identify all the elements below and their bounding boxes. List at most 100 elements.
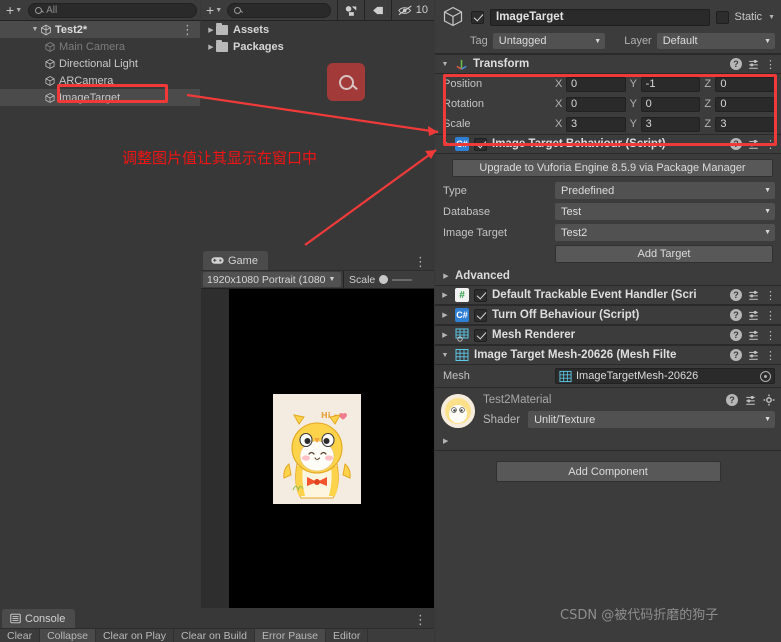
disclosure-triangle-icon[interactable]: ▶: [206, 43, 216, 51]
type-dropdown[interactable]: Predefined ▼: [555, 182, 775, 199]
rotation-x-input[interactable]: 0: [566, 96, 626, 112]
project-add-button[interactable]: + ▼: [201, 2, 227, 18]
component-kebab-menu[interactable]: ⋮: [765, 329, 776, 342]
shapes-icon: [345, 5, 357, 16]
game-scale-slider[interactable]: Scale: [344, 274, 413, 286]
hidden-objects-button[interactable]: 10: [392, 0, 434, 21]
hierarchy-item-arcamera[interactable]: ARCamera: [0, 72, 200, 89]
console-kebab-menu[interactable]: ⋮: [414, 613, 427, 626]
game-view-kebab-menu[interactable]: ⋮: [414, 255, 427, 268]
material-foldout[interactable]: ▶: [435, 434, 781, 446]
help-icon[interactable]: ?: [730, 289, 742, 301]
layer-dropdown[interactable]: Default ▼: [656, 33, 775, 49]
rotation-z-input[interactable]: 0: [715, 96, 776, 112]
gamepad-icon: [211, 257, 224, 264]
hierarchy-add-button[interactable]: + ▼: [3, 2, 25, 18]
help-icon[interactable]: ?: [730, 138, 742, 150]
turn-off-behaviour-enabled-checkbox[interactable]: [474, 308, 487, 322]
slider-handle-icon[interactable]: [379, 275, 389, 284]
scale-x-input[interactable]: 3: [566, 116, 626, 132]
add-target-button[interactable]: Add Target: [555, 245, 773, 263]
console-editor-dropdown[interactable]: Editor: [325, 629, 369, 642]
console-clear-on-play-button[interactable]: Clear on Play: [95, 629, 174, 642]
gear-icon[interactable]: [763, 394, 775, 406]
disclosure-triangle-icon[interactable]: ▶: [206, 26, 216, 34]
disclosure-triangle-icon[interactable]: ▶: [440, 291, 450, 299]
chevron-down-icon[interactable]: ▼: [768, 14, 775, 21]
hierarchy-item-scene[interactable]: ▼ Test2* ⋮: [0, 21, 200, 38]
turn-off-behaviour-header[interactable]: ▶ C# Turn Off Behaviour (Script) ? ⋮: [435, 305, 781, 325]
preset-icon[interactable]: [747, 289, 760, 301]
disclosure-triangle-icon[interactable]: ▶: [440, 331, 450, 339]
game-resolution-dropdown[interactable]: 1920x1080 Portrait (1080 ▼: [203, 272, 341, 287]
disclosure-triangle-icon[interactable]: ▼: [30, 26, 40, 33]
console-collapse-button[interactable]: Collapse: [40, 629, 96, 642]
component-kebab-menu[interactable]: ⋮: [765, 289, 776, 302]
mesh-renderer-header[interactable]: ▶ Mesh Renderer ? ⋮: [435, 325, 781, 345]
chevron-down-icon: ▼: [764, 229, 771, 236]
console-clear-button[interactable]: Clear: [0, 629, 41, 642]
disclosure-triangle-icon[interactable]: ▼: [440, 352, 450, 359]
console-error-pause-button[interactable]: Error Pause: [254, 629, 326, 642]
hierarchy-item-main-camera[interactable]: Main Camera: [0, 38, 200, 55]
project-search-input[interactable]: [227, 2, 331, 18]
rotation-y-input[interactable]: 0: [640, 96, 701, 112]
preset-icon[interactable]: [747, 138, 760, 150]
mesh-asset-icon: [559, 370, 572, 382]
hierarchy-item-imagetarget[interactable]: ImageTarget: [0, 89, 200, 106]
disclosure-triangle-icon[interactable]: ▶: [441, 272, 451, 280]
help-icon[interactable]: ?: [730, 309, 742, 321]
object-picker-icon[interactable]: [760, 370, 771, 382]
mesh-filter-header[interactable]: ▼ Image Target Mesh-20626 (Mesh Filte ? …: [435, 345, 781, 365]
tab-console[interactable]: Console: [2, 609, 76, 628]
scale-y-input[interactable]: 3: [640, 116, 701, 132]
position-y-input[interactable]: -1: [640, 76, 701, 92]
component-kebab-menu[interactable]: ⋮: [765, 349, 776, 362]
hierarchy-item-directional-light[interactable]: Directional Light: [0, 55, 200, 72]
project-item-packages[interactable]: ▶ Packages: [201, 38, 434, 55]
project-item-assets[interactable]: ▶ Assets: [201, 21, 434, 38]
shader-dropdown[interactable]: Unlit/Texture ▼: [528, 411, 775, 428]
component-kebab-menu[interactable]: ⋮: [765, 309, 776, 322]
gameobject-name-input[interactable]: ImageTarget: [490, 8, 710, 26]
database-dropdown[interactable]: Test ▼: [555, 203, 775, 220]
preset-icon[interactable]: [747, 309, 760, 321]
position-x-input[interactable]: 0: [566, 76, 626, 92]
help-icon[interactable]: ?: [730, 58, 742, 70]
disclosure-triangle-icon[interactable]: ▶: [443, 438, 448, 445]
preset-icon[interactable]: [747, 329, 760, 341]
help-icon[interactable]: ?: [730, 349, 742, 361]
disclosure-triangle-icon[interactable]: ▼: [440, 61, 450, 68]
component-kebab-menu[interactable]: ⋮: [765, 58, 776, 71]
scale-z-input[interactable]: 3: [715, 116, 776, 132]
tag-filter-button[interactable]: [365, 0, 391, 21]
component-kebab-menu[interactable]: ⋮: [765, 138, 776, 151]
preset-icon[interactable]: [744, 394, 757, 406]
tab-game[interactable]: Game: [203, 251, 268, 270]
default-trackable-event-handler-header[interactable]: ▶ # Default Trackable Event Handler (Scr…: [435, 285, 781, 305]
image-target-behaviour-header[interactable]: ▼ C# Image Target Behaviour (Script) ? ⋮: [435, 134, 781, 154]
add-component-button[interactable]: Add Component: [495, 461, 721, 482]
image-target-dropdown[interactable]: Test2 ▼: [555, 224, 775, 241]
advanced-foldout[interactable]: ▶ Advanced: [435, 267, 781, 285]
disclosure-triangle-icon[interactable]: ▶: [440, 311, 450, 319]
default-trackable-event-handler-enabled-checkbox[interactable]: [474, 288, 487, 302]
console-clear-on-build-button[interactable]: Clear on Build: [173, 629, 255, 642]
transform-component-header[interactable]: ▼ Transform ? ⋮: [435, 54, 781, 74]
tag-dropdown[interactable]: Untagged ▼: [492, 33, 606, 49]
help-icon[interactable]: ?: [726, 394, 738, 406]
mesh-object-field[interactable]: ImageTargetMesh-20626: [555, 368, 775, 384]
preset-icon[interactable]: [747, 58, 760, 70]
position-z-input[interactable]: 0: [715, 76, 776, 92]
help-icon[interactable]: ?: [730, 329, 742, 341]
static-checkbox[interactable]: [715, 10, 729, 24]
disclosure-triangle-icon[interactable]: ▼: [440, 141, 450, 148]
shapes-filter-button[interactable]: [338, 0, 364, 21]
preset-icon[interactable]: [747, 349, 760, 361]
hierarchy-kebab-menu[interactable]: ⋮: [181, 23, 194, 36]
image-target-behaviour-enabled-checkbox[interactable]: [474, 137, 487, 151]
hierarchy-search-input[interactable]: All: [28, 2, 197, 18]
gameobject-enabled-checkbox[interactable]: [471, 10, 484, 24]
mesh-renderer-enabled-checkbox[interactable]: [474, 328, 487, 342]
upgrade-vuforia-button[interactable]: Upgrade to Vuforia Engine 8.5.9 via Pack…: [452, 159, 773, 177]
